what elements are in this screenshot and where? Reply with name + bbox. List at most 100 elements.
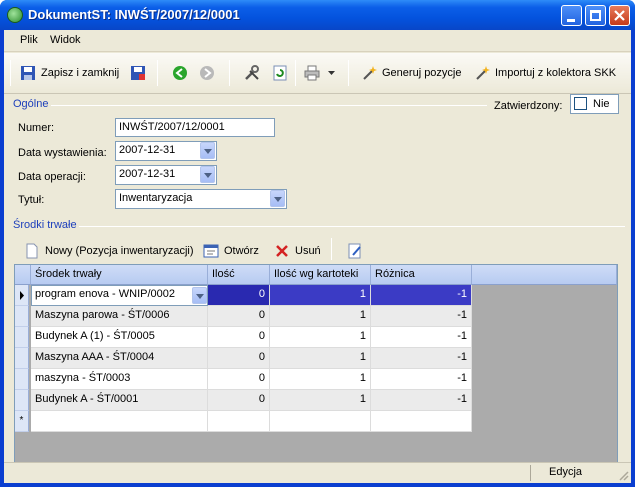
general-section-title: Ogólne: [13, 98, 49, 110]
column-header-asset[interactable]: Środek trwały: [31, 265, 208, 285]
title-bar[interactable]: DokumentST: INWŚT/2007/12/0001: [0, 0, 635, 30]
row-selector[interactable]: [15, 306, 29, 327]
operation-date-dropdown[interactable]: [200, 166, 215, 183]
new-row-cell[interactable]: [371, 411, 472, 432]
toolbar-separator: [295, 60, 296, 86]
confirmed-checkbox[interactable]: Nie: [570, 94, 619, 114]
forward-button[interactable]: [199, 62, 220, 84]
app-icon: [7, 7, 23, 23]
magic-wand-icon: [363, 66, 377, 80]
status-divider: [530, 465, 531, 481]
assets-grid-body: Środek trwały Ilość Ilość wg kartoteki R…: [15, 265, 617, 462]
column-header-quantity[interactable]: Ilość: [208, 265, 270, 285]
new-item-label: Nowy (Pozycja inwentaryzacji): [45, 245, 194, 257]
row-selector[interactable]: [15, 348, 29, 369]
cell-record-quantity[interactable]: 1: [270, 327, 371, 348]
menu-plik[interactable]: Plik: [20, 34, 38, 46]
client-area: Plik Widok Zapisz i zamknij Generuj pozy…: [4, 30, 631, 483]
generate-label: Generuj pozycje: [382, 67, 462, 79]
cell-record-quantity[interactable]: 1: [270, 348, 371, 369]
cell-difference[interactable]: -1: [371, 306, 472, 327]
save-close-label: Zapisz i zamknij: [41, 67, 120, 79]
maximize-button[interactable]: [585, 5, 606, 26]
cell-record-quantity[interactable]: 1: [270, 369, 371, 390]
cell-record-quantity[interactable]: 1: [270, 285, 371, 306]
grid-corner-header: [15, 265, 31, 285]
cell-quantity[interactable]: 0: [208, 390, 270, 411]
delete-button[interactable]: Usuń: [274, 240, 321, 262]
cell-difference[interactable]: -1: [371, 327, 472, 348]
arrow-right-icon: [200, 66, 214, 80]
menu-widok[interactable]: Widok: [50, 34, 81, 46]
title-field[interactable]: Inwentaryzacja: [115, 189, 287, 209]
cell-asset[interactable]: Budynek A (1) - ŚT/0005: [31, 327, 208, 348]
new-row-marker[interactable]: *: [15, 411, 29, 432]
resize-grip-icon[interactable]: [617, 469, 629, 481]
open-label: Otwórz: [224, 245, 259, 257]
column-header-record-quantity[interactable]: Ilość wg kartoteki: [270, 265, 371, 285]
toolbar: Zapisz i zamknij Generuj pozycje Importu…: [4, 53, 631, 94]
cell-quantity[interactable]: 0: [208, 348, 270, 369]
cell-record-quantity[interactable]: 1: [270, 390, 371, 411]
column-header-difference[interactable]: Różnica: [371, 265, 472, 285]
generate-button[interactable]: Generuj pozycje: [361, 62, 462, 84]
open-form-icon: [203, 244, 219, 258]
save-button[interactable]: [130, 62, 151, 84]
title-dropdown[interactable]: [270, 190, 285, 207]
back-button[interactable]: [172, 62, 193, 84]
cell-difference[interactable]: -1: [371, 390, 472, 411]
delete-icon: [276, 245, 288, 257]
new-row-cell[interactable]: [270, 411, 371, 432]
new-item-button[interactable]: Nowy (Pozycja inwentaryzacji): [24, 240, 194, 262]
checkbox-box: [574, 97, 587, 110]
row-selector[interactable]: [15, 285, 29, 306]
issue-date-dropdown[interactable]: [200, 142, 215, 159]
new-document-icon: [26, 243, 38, 259]
cell-quantity[interactable]: 0: [208, 285, 270, 306]
import-button[interactable]: Importuj z kolektora SKK: [474, 62, 616, 84]
cell-quantity[interactable]: 0: [208, 369, 270, 390]
row-selector[interactable]: [15, 327, 29, 348]
app-window: DokumentST: INWŚT/2007/12/0001 Plik Wido…: [0, 0, 635, 487]
toolbar-separator: [157, 60, 158, 86]
minimize-button[interactable]: [561, 5, 582, 26]
cell-asset[interactable]: Maszyna AAA - ŚT/0004: [31, 348, 208, 369]
new-row-cell[interactable]: [208, 411, 270, 432]
number-field[interactable]: INWŚT/2007/12/0001: [115, 118, 275, 137]
cell-asset[interactable]: Maszyna parowa - ŚT/0006: [31, 306, 208, 327]
print-button[interactable]: [304, 62, 325, 84]
current-row-icon: [20, 291, 24, 300]
cell-record-quantity[interactable]: 1: [270, 306, 371, 327]
column-header-filler: [472, 265, 617, 285]
tools-icon: [245, 65, 259, 80]
floppy-icon: [21, 66, 35, 80]
operation-date-value: 2007-12-31: [119, 168, 176, 180]
close-icon: [614, 10, 625, 21]
open-button[interactable]: Otwórz: [203, 240, 259, 262]
row-selector[interactable]: [15, 369, 29, 390]
minimize-icon: [567, 19, 575, 22]
print-dropdown-button[interactable]: [328, 62, 335, 84]
new-row-cell[interactable]: [31, 411, 208, 432]
cell-difference[interactable]: -1: [371, 348, 472, 369]
cell-quantity[interactable]: 0: [208, 327, 270, 348]
close-button[interactable]: [609, 5, 630, 26]
tools-button[interactable]: [244, 62, 265, 84]
cell-difference[interactable]: -1: [371, 285, 472, 306]
assets-divider: [79, 226, 625, 227]
cell-asset[interactable]: Budynek A - ŚT/0001: [31, 390, 208, 411]
refresh-button[interactable]: [272, 62, 293, 84]
table-cell-asset-editor[interactable]: program enova - WNIP/0002: [31, 285, 208, 306]
chevron-down-icon: [328, 71, 335, 75]
menu-bar: Plik Widok: [4, 30, 631, 52]
cell-asset[interactable]: maszyna - ŚT/0003: [31, 369, 208, 390]
save-close-button[interactable]: Zapisz i zamknij: [20, 62, 119, 84]
edit-button[interactable]: [347, 240, 368, 262]
magic-wand-icon: [476, 66, 490, 80]
asset-dropdown[interactable]: [192, 287, 207, 304]
row-selector[interactable]: [15, 390, 29, 411]
save-icon: [131, 66, 145, 80]
cell-quantity[interactable]: 0: [208, 306, 270, 327]
cell-difference[interactable]: -1: [371, 369, 472, 390]
toolbar-separator: [331, 238, 332, 260]
